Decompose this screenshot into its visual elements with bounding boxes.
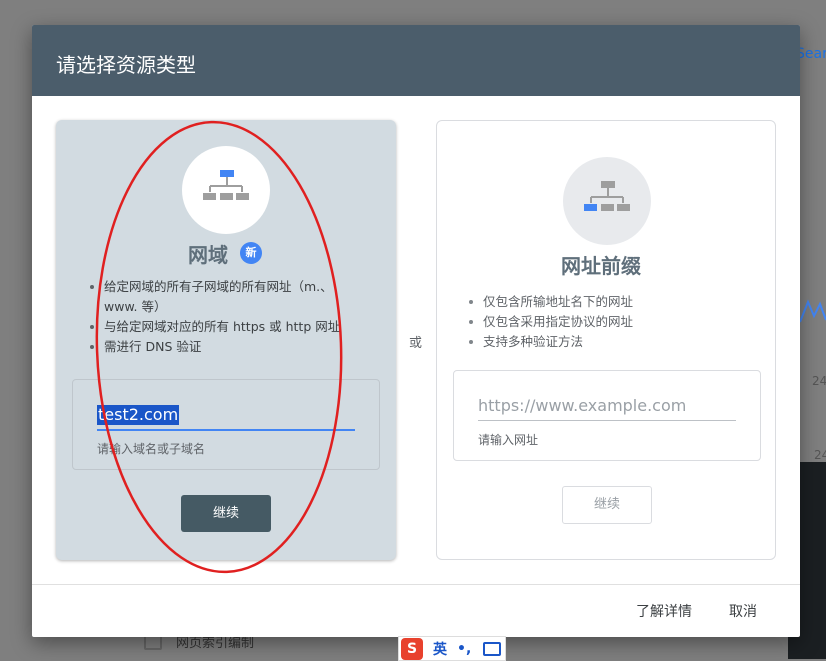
background-chart-fragment: [800, 299, 826, 323]
domain-card-title: 网域: [188, 243, 228, 267]
list-item: 仅包含所输地址名下的网址: [463, 292, 753, 312]
list-item: 给定网域的所有子网域的所有网址（m.、www. 等）: [84, 277, 354, 317]
domain-input-box: test2.com 请输入域名或子域名: [72, 379, 380, 470]
dialog-header: 请选择资源类型: [32, 25, 800, 96]
prefix-icon-circle: [563, 157, 651, 245]
background-date: 24/2: [812, 374, 826, 388]
domain-input[interactable]: test2.com: [97, 405, 180, 425]
domain-helper-text: 请输入域名或子域名: [97, 442, 206, 456]
ime-logo-icon[interactable]: S: [401, 637, 423, 660]
list-item: 仅包含采用指定协议的网址: [463, 312, 753, 332]
footer-divider: [32, 584, 800, 585]
background-search-text: Sear: [796, 46, 826, 62]
domain-property-card[interactable]: 网域 新 给定网域的所有子网域的所有网址（m.、www. 等） 与给定网域对应的…: [56, 120, 396, 560]
sitemap-icon: [203, 170, 249, 200]
learn-more-link[interactable]: 了解详情: [636, 601, 692, 621]
prefix-card-title: 网址前缀: [561, 254, 641, 278]
or-separator: 或: [409, 336, 423, 351]
dialog-title: 请选择资源类型: [56, 53, 196, 77]
domain-icon-circle: [182, 146, 270, 234]
new-badge: 新: [240, 242, 262, 264]
prefix-continue-button[interactable]: 继续: [562, 486, 652, 524]
list-item: 与给定网域对应的所有 https 或 http 网址: [84, 317, 354, 337]
prefix-feature-list: 仅包含所输地址名下的网址 仅包含采用指定协议的网址 支持多种验证方法: [463, 292, 753, 352]
ime-punctuation-toggle[interactable]: •,: [457, 641, 471, 657]
background-date: 24/2: [814, 448, 826, 462]
domain-feature-list: 给定网域的所有子网域的所有网址（m.、www. 等） 与给定网域对应的所有 ht…: [84, 277, 354, 357]
domain-input-underline: [97, 429, 355, 431]
list-item: 需进行 DNS 验证: [84, 337, 354, 357]
ime-toolbar: S 英 •,: [398, 636, 506, 661]
url-prefix-input[interactable]: https://www.example.com: [478, 396, 686, 415]
sitemap-icon: [584, 181, 630, 211]
prefix-input-underline: [478, 420, 736, 421]
prefix-input-box: https://www.example.com 请输入网址: [453, 370, 761, 461]
domain-continue-button[interactable]: 继续: [181, 495, 271, 532]
property-type-dialog: 请选择资源类型 网域 新 给定网域的所有子网域的所有网址（m.、www. 等） …: [32, 25, 800, 637]
list-item: 支持多种验证方法: [463, 332, 753, 352]
ime-language-toggle[interactable]: 英: [433, 639, 447, 659]
prefix-helper-text: 请输入网址: [478, 433, 539, 447]
keyboard-icon[interactable]: [483, 641, 502, 656]
url-prefix-property-card[interactable]: 网址前缀 仅包含所输地址名下的网址 仅包含采用指定协议的网址 支持多种验证方法 …: [436, 120, 776, 560]
cancel-button[interactable]: 取消: [729, 601, 757, 621]
